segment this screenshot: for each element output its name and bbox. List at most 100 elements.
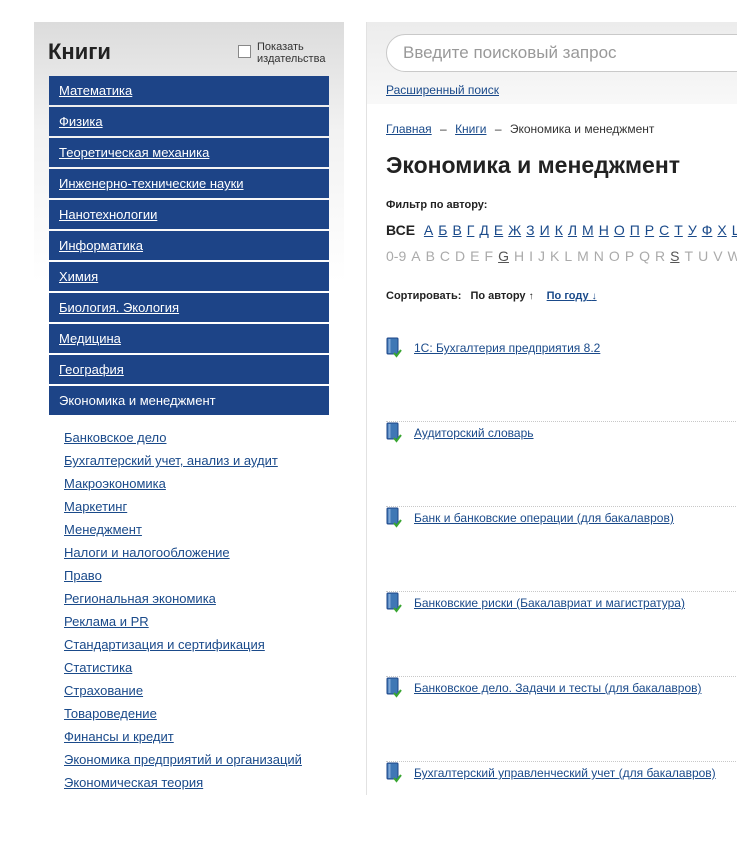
subcategory-item: Страхование <box>64 679 364 702</box>
sort-by-year-label: По году <box>546 290 589 302</box>
filter-letter[interactable]: В <box>452 222 461 238</box>
sort-by-year[interactable]: По году ↓ <box>547 290 597 302</box>
filter-letter-latin: H <box>513 248 525 264</box>
filter-letter[interactable]: Т <box>674 222 683 238</box>
filter-letter-latin: I <box>529 248 533 264</box>
sidebar-category[interactable]: Математика <box>49 76 329 105</box>
author-filter-label: Фильтр по автору: <box>386 199 488 211</box>
filter-letter[interactable]: Ф <box>702 222 713 238</box>
subcategory-item: Финансы и кредит <box>64 725 364 748</box>
subcategory-link[interactable]: Маркетинг <box>64 499 127 514</box>
subcategory-item: Статистика <box>64 656 364 679</box>
book-list: 1С: Бухгалтерия предприятия 8.2 Аудиторск… <box>386 337 737 846</box>
filter-letter-all[interactable]: ВСЕ <box>386 222 415 238</box>
sidebar-category[interactable]: Нанотехнологии <box>49 200 329 229</box>
filter-letter-latin: R <box>655 248 666 264</box>
subcategory-link[interactable]: Товароведение <box>64 706 157 721</box>
book-title-link[interactable]: Бухгалтерский управленческий учет (для б… <box>414 766 716 780</box>
subcategory-link[interactable]: Стандартизация и сертификация <box>64 637 265 652</box>
sidebar-category[interactable]: Информатика <box>49 231 329 260</box>
filter-letter-latin: K <box>549 248 560 264</box>
book-item: 1С: Бухгалтерия предприятия 8.2 <box>386 337 737 421</box>
sidebar-category[interactable]: Инженерно-технические науки <box>49 169 329 198</box>
filter-letter[interactable]: М <box>582 222 594 238</box>
sidebar-category-link[interactable]: Информатика <box>49 231 329 260</box>
subcategory-link[interactable]: Менеджмент <box>64 522 142 537</box>
subcategory-list: Банковское дело Бухгалтерский учет, анали… <box>64 426 364 794</box>
subcategory-link[interactable]: Экономическая теория <box>64 775 203 790</box>
filter-letter[interactable]: Ж <box>508 222 521 238</box>
subcategory-link[interactable]: Бухгалтерский учет, анализ и аудит <box>64 453 278 468</box>
filter-letter[interactable]: Х <box>717 222 726 238</box>
book-title-link[interactable]: 1С: Бухгалтерия предприятия 8.2 <box>414 341 600 355</box>
sidebar-category[interactable]: Физика <box>49 107 329 136</box>
book-title-link[interactable]: Банковское дело. Задачи и тесты (для бак… <box>414 681 702 695</box>
subcategory-link[interactable]: Банковское дело <box>64 430 167 445</box>
sidebar-category[interactable]: Химия <box>49 262 329 291</box>
sidebar-category[interactable]: Биология. Экология <box>49 293 329 322</box>
sidebar-category-link[interactable]: Нанотехнологии <box>49 200 329 229</box>
search-area: Расширенный поиск <box>367 22 737 104</box>
filter-letter[interactable]: П <box>630 222 640 238</box>
sidebar-category-link[interactable]: Физика <box>49 107 329 136</box>
filter-letter-latin: A <box>411 248 421 264</box>
sidebar-category-link[interactable]: География <box>49 355 329 384</box>
subcategory-link[interactable]: Страхование <box>64 683 143 698</box>
filter-letter-latin: B <box>425 248 435 264</box>
show-publishers-toggle[interactable]: Показать издательства <box>238 41 338 71</box>
subcategory-link[interactable]: Экономика предприятий и организаций <box>64 752 302 767</box>
sidebar-category[interactable]: Теоретическая механика <box>49 138 329 167</box>
breadcrumb-home[interactable]: Главная <box>386 122 432 136</box>
sidebar-category-link[interactable]: Математика <box>49 76 329 105</box>
filter-letter[interactable]: А <box>424 222 433 238</box>
filter-letter-latin[interactable]: G <box>498 248 509 264</box>
sidebar-category-link[interactable]: Экономика и менеджмент <box>49 386 329 415</box>
subcategory-link[interactable]: Макроэкономика <box>64 476 166 491</box>
advanced-search-link[interactable]: Расширенный поиск <box>386 83 499 97</box>
filter-letter-latin[interactable]: S <box>670 248 679 264</box>
filter-letter[interactable]: З <box>526 222 534 238</box>
filter-letter[interactable]: Ц <box>732 222 737 238</box>
filter-letter[interactable]: Г <box>467 222 475 238</box>
subcategory-link[interactable]: Налоги и налогообложение <box>64 545 230 560</box>
book-title-link[interactable]: Банковские риски (Бакалавриат и магистра… <box>414 596 685 610</box>
sidebar-category-link[interactable]: Химия <box>49 262 329 291</box>
filter-letter[interactable]: С <box>659 222 669 238</box>
subcategory-link[interactable]: Статистика <box>64 660 132 675</box>
sidebar-category-link[interactable]: Инженерно-технические науки <box>49 169 329 198</box>
filter-letter[interactable]: Н <box>599 222 609 238</box>
filter-letter[interactable]: Д <box>479 222 488 238</box>
filter-letter-latin: U <box>698 248 709 264</box>
filter-letter[interactable]: Р <box>645 222 654 238</box>
book-title-link[interactable]: Банк и банковские операции (для бакалавр… <box>414 511 674 525</box>
filter-letter[interactable]: У <box>688 222 697 238</box>
filter-letter-latin: P <box>624 248 635 264</box>
subcategory-link[interactable]: Региональная экономика <box>64 591 216 606</box>
subcategory-link[interactable]: Право <box>64 568 102 583</box>
filter-letter[interactable]: О <box>614 222 625 238</box>
subcategory-link[interactable]: Реклама и PR <box>64 614 149 629</box>
search-input[interactable] <box>386 34 737 72</box>
book-item: Бухгалтерский управленческий учет (для б… <box>386 761 737 846</box>
page-title: Экономика и менеджмент <box>386 152 680 178</box>
filter-letter[interactable]: Е <box>494 222 503 238</box>
sidebar-category-link[interactable]: Теоретическая механика <box>49 138 329 167</box>
sort-by-author-label: По автору <box>470 290 526 302</box>
breadcrumb-books[interactable]: Книги <box>455 122 486 136</box>
subcategory-item: Макроэкономика <box>64 472 364 495</box>
filter-letter-latin: T <box>684 248 694 264</box>
sidebar-category[interactable]: Экономика и менеджмент <box>49 386 329 415</box>
filter-letter-latin: N <box>593 248 604 264</box>
show-publishers-checkbox[interactable] <box>238 45 251 58</box>
sidebar-category[interactable]: Медицина <box>49 324 329 353</box>
filter-letter[interactable]: Л <box>568 222 577 238</box>
sidebar-category-link[interactable]: Медицина <box>49 324 329 353</box>
sort-by-author[interactable]: По автору ↑ <box>470 290 533 302</box>
filter-letter[interactable]: К <box>555 222 563 238</box>
subcategory-link[interactable]: Финансы и кредит <box>64 729 174 744</box>
sidebar-category-link[interactable]: Биология. Экология <box>49 293 329 322</box>
filter-letter[interactable]: И <box>540 222 550 238</box>
filter-letter[interactable]: Б <box>438 222 447 238</box>
book-title-link[interactable]: Аудиторский словарь <box>414 426 534 440</box>
sidebar-category[interactable]: География <box>49 355 329 384</box>
